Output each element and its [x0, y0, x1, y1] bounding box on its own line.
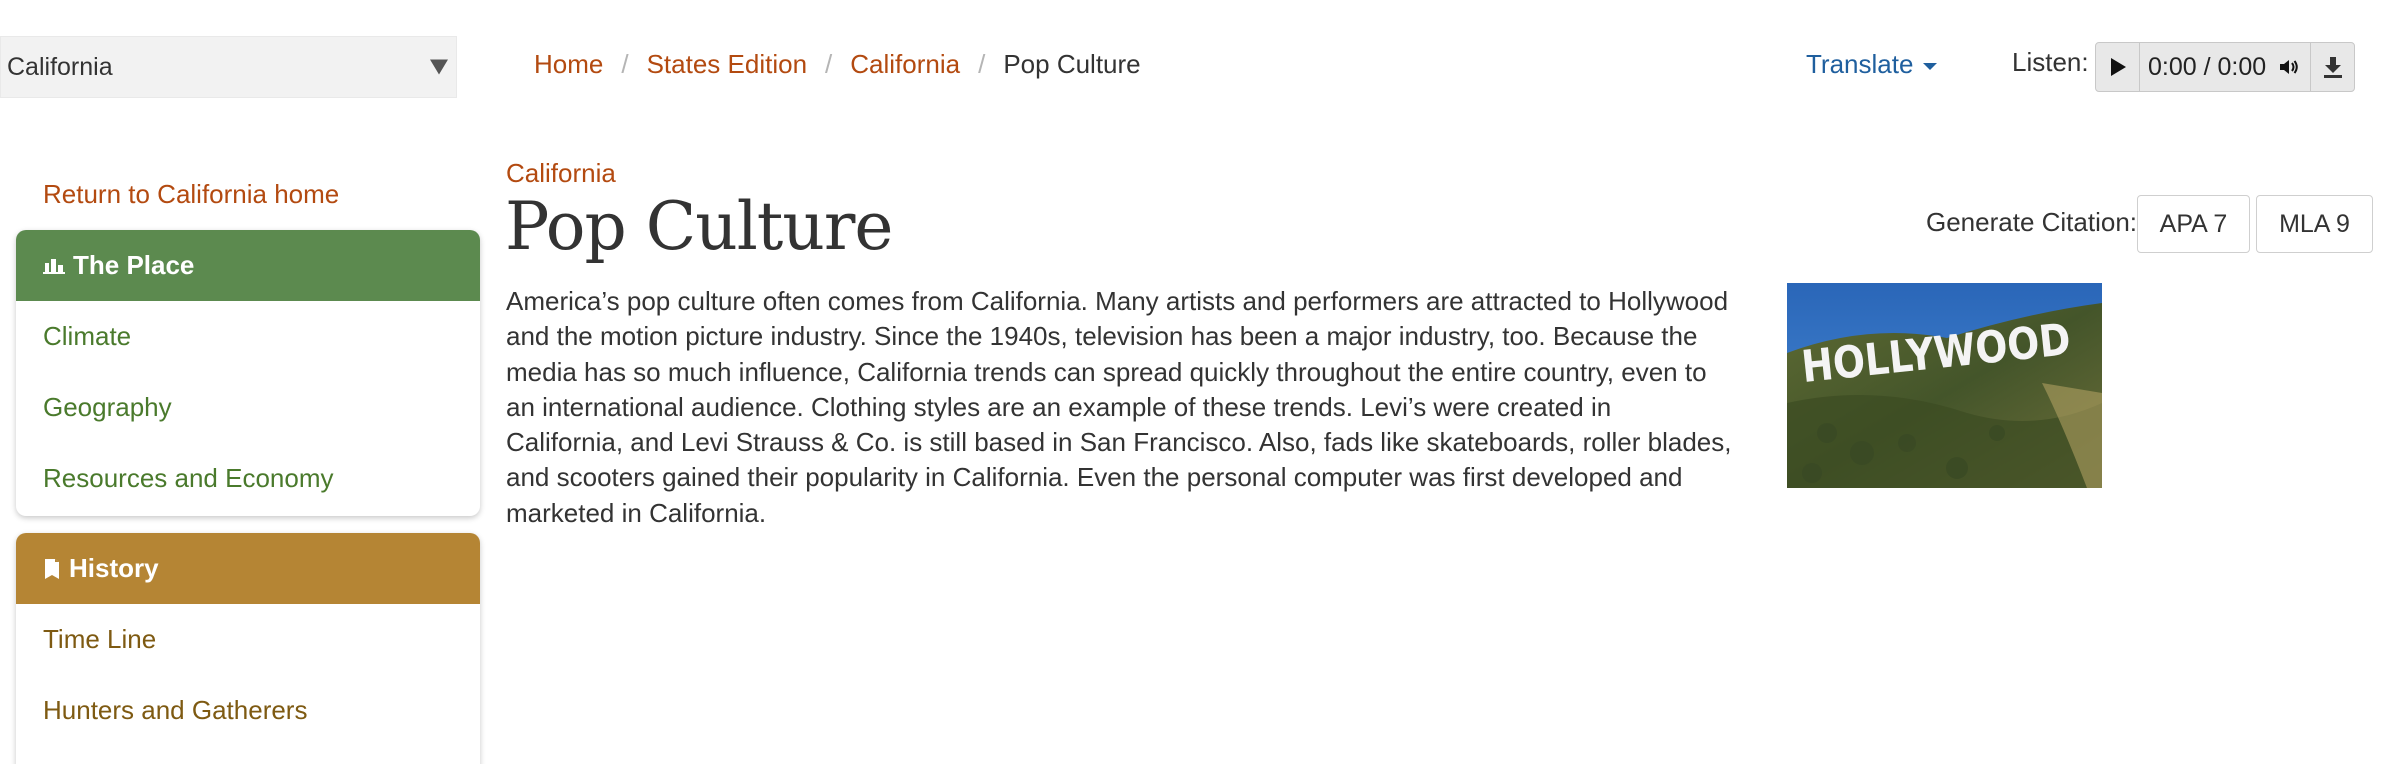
breadcrumb-separator: / [978, 48, 986, 79]
sidebar-panel-the-place: The Place Climate Geography Resources an… [16, 230, 480, 516]
breadcrumb-california[interactable]: California [850, 49, 960, 80]
breadcrumb-home[interactable]: Home [534, 49, 603, 80]
audio-player: 0:00 / 0:00 [2095, 42, 2355, 92]
play-icon [2110, 58, 2126, 76]
breadcrumb-states-edition[interactable]: States Edition [647, 49, 807, 80]
sidebar-item-climate[interactable]: Climate [16, 301, 480, 372]
caret-down-icon [1923, 62, 1938, 70]
download-icon [2323, 57, 2342, 78]
state-select[interactable]: California [0, 36, 457, 98]
sidebar-heading-label: History [69, 553, 159, 583]
breadcrumb-current: Pop Culture [1003, 48, 1141, 79]
sidebar-heading-history[interactable]: History [16, 533, 480, 604]
article-body: America’s pop culture often comes from C… [506, 286, 1732, 528]
section-kicker[interactable]: California [506, 158, 616, 189]
hollywood-sign-image: HOLLYWOOD [1787, 283, 2102, 488]
landscape-icon [43, 257, 65, 275]
hollywood-sign-illustration: HOLLYWOOD [1787, 283, 2102, 488]
caret-down-icon [430, 59, 448, 75]
breadcrumb: Home / States Edition / California / Pop… [534, 44, 1141, 84]
sidebar-item-hunters-and-gatherers[interactable]: Hunters and Gatherers [16, 675, 480, 746]
translate-dropdown[interactable]: Translate [1806, 44, 1938, 84]
translate-label: Translate [1806, 48, 1914, 79]
sidebar-item-resources-and-economy[interactable]: Resources and Economy [16, 443, 480, 514]
sidebar-heading-label: The Place [73, 250, 195, 280]
state-select-value: California [7, 52, 113, 81]
breadcrumb-separator: / [621, 48, 629, 79]
breadcrumb-separator: / [825, 48, 833, 79]
sidebar-heading-the-place[interactable]: The Place [16, 230, 480, 301]
download-button[interactable] [2310, 43, 2354, 91]
sidebar-item-time-line[interactable]: Time Line [16, 604, 480, 675]
mla-citation-button[interactable]: MLA 9 [2256, 195, 2373, 253]
page-title: Pop Culture [505, 188, 893, 265]
return-to-state-home-link[interactable]: Return to California home [43, 176, 339, 212]
book-icon [43, 558, 61, 580]
volume-button[interactable] [2274, 43, 2304, 91]
apa-citation-button[interactable]: APA 7 [2137, 195, 2250, 253]
audio-time: 0:00 / 0:00 [2148, 52, 2267, 81]
volume-icon [2280, 60, 2298, 74]
sidebar-item-geography[interactable]: Geography [16, 372, 480, 443]
citation-label: Generate Citation: [1926, 206, 2138, 237]
listen-label: Listen: [2012, 46, 2089, 77]
sidebar-panel-history: History Time Line Hunters and Gatherers [16, 533, 480, 764]
play-button[interactable] [2096, 43, 2140, 91]
